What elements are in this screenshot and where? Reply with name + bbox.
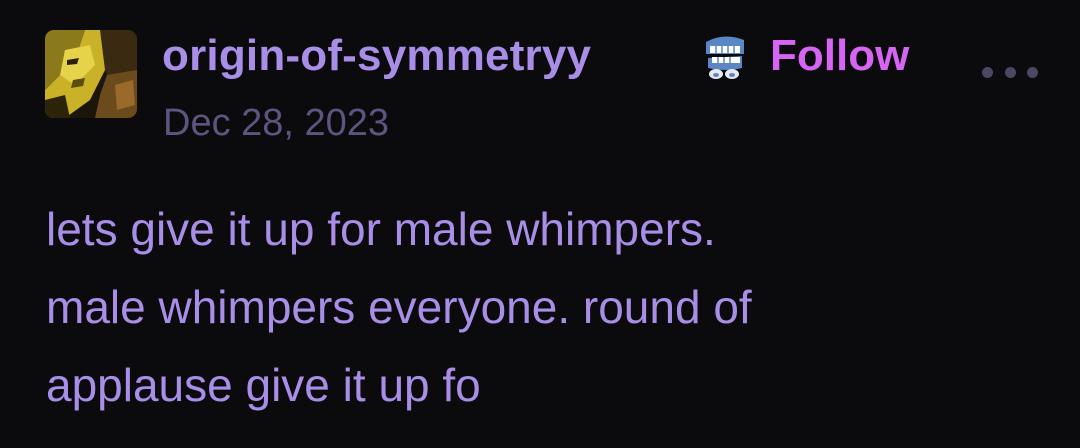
- avatar[interactable]: [45, 30, 137, 118]
- avatar-image: [45, 30, 137, 118]
- more-options-icon[interactable]: [982, 58, 1038, 86]
- more-dot: [982, 66, 993, 78]
- post-date[interactable]: Dec 28, 2023: [163, 98, 389, 148]
- post-body: lets give it up for male whimpers. male …: [46, 203, 752, 411]
- post-card: origin-of-symmetryy Follow Dec 28, 2023 …: [0, 0, 1080, 448]
- username-link[interactable]: origin-of-symmetryy: [162, 28, 591, 84]
- more-dot: [1004, 66, 1016, 78]
- follow-button[interactable]: Follow: [770, 28, 909, 84]
- more-dot: [1027, 66, 1038, 78]
- chattering-teeth-badge-icon[interactable]: [700, 32, 750, 82]
